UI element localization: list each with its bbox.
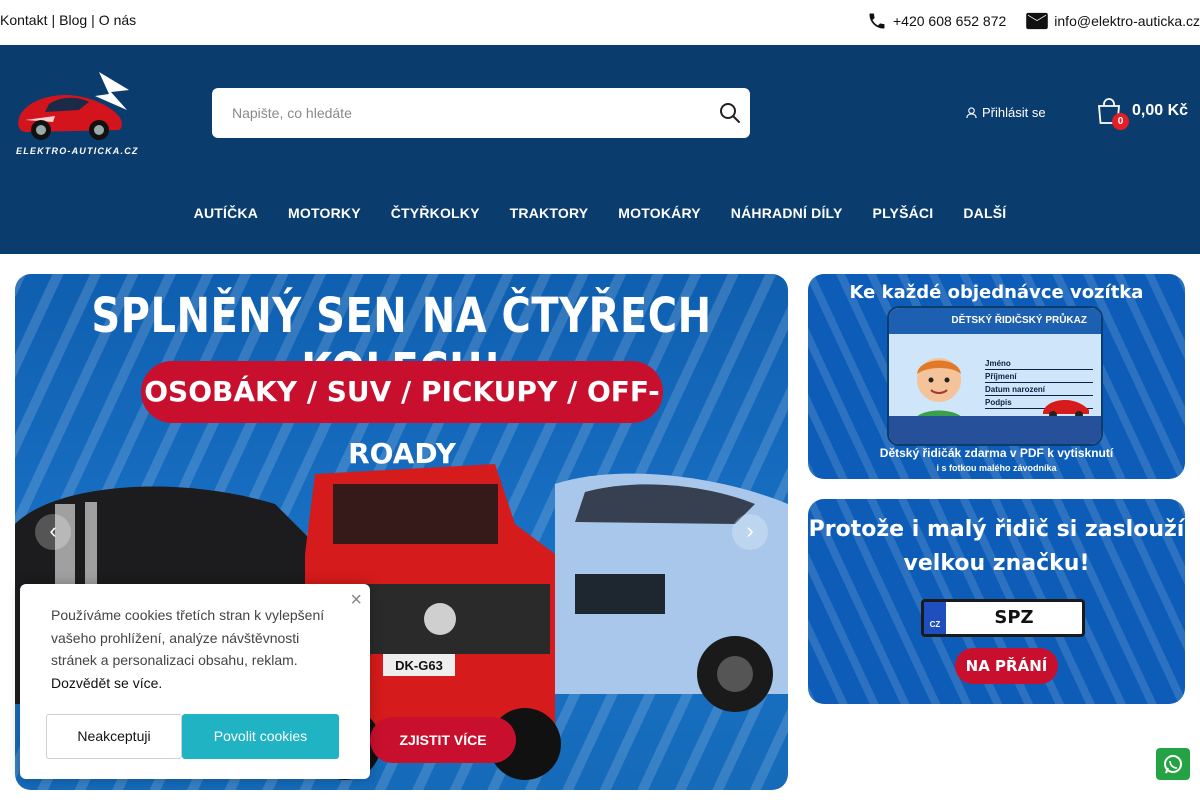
phone-icon — [869, 13, 885, 29]
cookie-message: Používáme cookies třetích stran k vylepš… — [51, 604, 336, 694]
banner2-title: Protože i malý řidič si zaslouží velkou … — [808, 513, 1185, 581]
hero-cta-button[interactable]: ZJISTIT VÍCE — [370, 717, 516, 763]
hero-plate-text: DK-G63 — [395, 658, 443, 673]
separator: | — [91, 12, 95, 28]
cookie-decline-button[interactable]: Neakceptuji — [46, 714, 182, 759]
banner2-button[interactable]: NA PŘÁNÍ — [955, 648, 1058, 684]
nav-item-karts[interactable]: MOTOKÁRY — [618, 205, 701, 221]
cookie-accept-button[interactable]: Povolit cookies — [182, 714, 339, 759]
cart-total: 0,00 Kč — [1132, 102, 1189, 119]
child-face-icon — [913, 358, 965, 424]
page: Kontakt | Blog | O nás +420 608 652 872 … — [0, 0, 1200, 800]
phone-link[interactable]: +420 608 652 872 — [867, 11, 1006, 31]
banner1-line2: i s fotkou malého závodníka — [936, 463, 1057, 473]
whatsapp-button[interactable] — [1156, 748, 1190, 780]
slider-prev-button[interactable]: ‹ — [35, 514, 71, 550]
search-button[interactable] — [718, 101, 742, 125]
nav-item-motorbikes[interactable]: MOTORKY — [288, 205, 361, 221]
login-link[interactable]: Přihlásit se — [966, 105, 1046, 120]
login-label: Přihlásit se — [982, 105, 1046, 120]
nav-item-quads[interactable]: ČTYŘKOLKY — [391, 205, 480, 221]
main-header: ELEKTRO-AUTICKA.CZ Přihlásit se 0 0,00 K… — [0, 45, 1200, 254]
banner1-title: Ke každé objednávce vozítka — [849, 282, 1144, 303]
email-address: info@elektro-auticka.cz — [1054, 13, 1200, 29]
license-card-road — [889, 416, 1101, 444]
close-icon[interactable]: × — [350, 589, 362, 612]
cookie-learn-more-link[interactable]: Dozvědět se více. — [51, 675, 162, 691]
license-card-image: DĚTSKÝ ŘIDIČSKÝ PRŮKAZ Jméno Příjmení Da… — [887, 306, 1103, 446]
nav-item-plush[interactable]: PLYŠÁCI — [873, 205, 934, 221]
separator: | — [51, 12, 56, 28]
nav-item-more[interactable]: DALŠÍ — [963, 205, 1006, 221]
license-plate-image: CZ SPZ — [921, 599, 1085, 637]
banner2-title-line1: Protože i malý řidič si zaslouží — [808, 517, 1185, 542]
search-input[interactable] — [232, 88, 712, 138]
slider-next-button[interactable]: › — [732, 514, 768, 550]
cookie-message-text: Používáme cookies třetích stran k vylepš… — [51, 607, 325, 668]
nav-item-cars[interactable]: AUTÍČKA — [194, 205, 258, 221]
user-icon — [966, 106, 977, 118]
nav-item-spare-parts[interactable]: NÁHRADNÍ DÍLY — [731, 205, 843, 221]
email-link[interactable]: info@elektro-auticka.cz — [1026, 12, 1200, 30]
license-card-title: DĚTSKÝ ŘIDIČSKÝ PRŮKAZ — [889, 308, 1101, 334]
phone-number: +420 608 652 872 — [893, 13, 1007, 29]
nav-item-tractors[interactable]: TRAKTORY — [510, 205, 589, 221]
mail-icon — [1026, 12, 1049, 30]
cart-button[interactable]: 0 0,00 Kč — [1096, 97, 1189, 130]
top-bar: Kontakt | Blog | O nás +420 608 652 872 … — [0, 0, 1200, 45]
logo-text: ELEKTRO-AUTICKA.CZ — [16, 146, 139, 156]
plate-text: SPZ — [994, 607, 1034, 628]
search-icon — [720, 103, 740, 123]
search-box — [212, 88, 750, 138]
banner1-line1: Dětský řidičák zdarma v PDF k vytisknutí — [879, 446, 1114, 460]
cookie-consent-popup: × Používáme cookies třetích stran k vyle… — [20, 584, 370, 779]
license-plate-banner[interactable]: Protože i malý řidič si zaslouží velkou … — [808, 499, 1185, 704]
driving-license-banner[interactable]: Ke každé objednávce vozítka DĚTSKÝ ŘIDIČ… — [808, 274, 1185, 479]
about-link[interactable]: O nás — [99, 12, 136, 28]
license-field: Příjmení — [985, 371, 1093, 383]
eu-band: CZ — [924, 602, 946, 634]
main-nav: AUTÍČKA MOTORKY ČTYŘKOLKY TRAKTORY MOTOK… — [0, 205, 1200, 221]
banner2-title-line2: velkou značku! — [903, 551, 1090, 576]
blog-link[interactable]: Blog — [59, 12, 87, 28]
cart-count-badge: 0 — [1112, 113, 1129, 130]
license-field: Jméno — [985, 358, 1093, 370]
whatsapp-icon — [1164, 755, 1182, 774]
top-links: Kontakt | Blog | O nás — [0, 12, 136, 28]
contact-link[interactable]: Kontakt — [0, 12, 47, 28]
contact-info: +420 608 652 872 info@elektro-auticka.cz — [847, 11, 1200, 31]
hero-subtitle-banner: OSOBÁKY / SUV / PICKUPY / OFF-ROADY — [141, 361, 663, 470]
